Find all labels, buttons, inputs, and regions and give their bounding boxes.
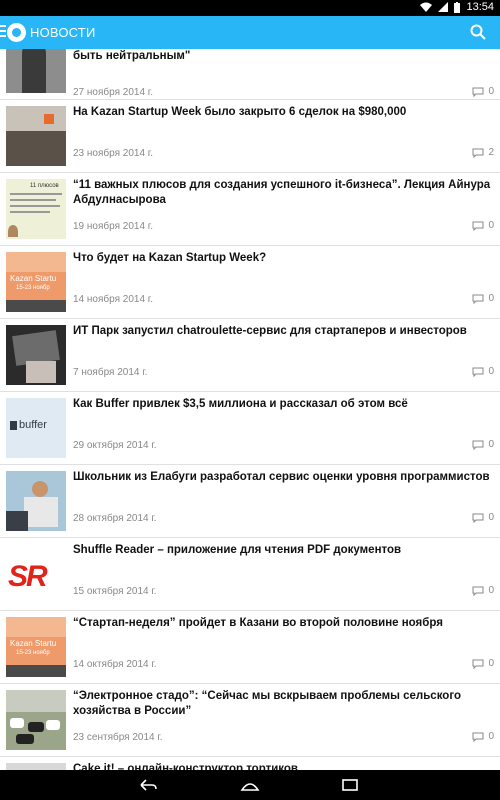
- comment-icon: [472, 367, 484, 377]
- thumbnail-caption: Kazan Startu: [10, 274, 57, 283]
- news-date: 7 ноября 2014 г.: [73, 367, 148, 378]
- signal-icon: [438, 2, 449, 12]
- comment-count: 2: [472, 147, 494, 158]
- news-thumbnail: [6, 49, 66, 93]
- comment-count-value: 0: [488, 220, 494, 231]
- news-thumbnail: [6, 690, 66, 750]
- news-item[interactable]: Cake it! – онлайн-конструктор тортиков: [0, 757, 500, 770]
- comment-icon: [472, 513, 484, 523]
- comment-count: 0: [472, 293, 494, 304]
- comment-count-value: 0: [488, 293, 494, 304]
- thumbnail-caption: buffer: [19, 419, 47, 431]
- news-item[interactable]: “Электронное стадо”: “Сейчас мы вскрывае…: [0, 684, 500, 757]
- comment-count-value: 0: [488, 366, 494, 377]
- news-date: 29 октября 2014 г.: [73, 440, 157, 451]
- back-icon[interactable]: [138, 777, 158, 793]
- news-item[interactable]: SR Shuffle Reader – приложение для чтени…: [0, 538, 500, 611]
- comment-icon: [472, 221, 484, 231]
- wifi-icon: [420, 2, 433, 12]
- comment-icon: [472, 87, 484, 97]
- news-date: 23 ноября 2014 г.: [73, 148, 153, 159]
- news-date: 15 октября 2014 г.: [73, 586, 157, 597]
- comment-icon: [472, 659, 484, 669]
- status-bar: 13:54: [0, 0, 500, 16]
- news-thumbnail: Kazan Startu 15-23 ноябр: [6, 252, 66, 312]
- news-thumbnail: Kazan Startu 15-23 ноябр: [6, 617, 66, 677]
- news-title: Школьник из Елабуги разработал сервис оц…: [73, 471, 490, 483]
- comment-count-value: 0: [488, 585, 494, 596]
- news-date: 14 ноября 2014 г.: [73, 294, 153, 305]
- news-date: 14 октября 2014 г.: [73, 659, 157, 670]
- news-title: Как Buffer привлек $3,5 миллиона и расск…: [73, 398, 408, 410]
- comment-count: 0: [472, 658, 494, 669]
- comment-count-value: 0: [488, 512, 494, 523]
- news-title: быть нейтральным": [73, 50, 191, 62]
- news-title: Что будет на Kazan Startup Week?: [73, 252, 267, 264]
- news-thumbnail: buffer: [6, 398, 66, 458]
- buffer-logo-icon: [10, 421, 17, 430]
- app-logo-icon[interactable]: [7, 23, 26, 42]
- thumbnail-subcaption: 15-23 ноябр: [16, 650, 50, 656]
- news-title: На Kazan Startup Week было закрыто 6 сде…: [73, 106, 407, 118]
- thumbnail-subcaption: 15-23 ноябр: [16, 285, 50, 291]
- menu-icon[interactable]: [0, 25, 6, 39]
- comment-icon: [472, 586, 484, 596]
- comment-count: 0: [472, 731, 494, 742]
- news-date: 27 ноября 2014 г.: [73, 87, 153, 98]
- news-thumbnail: [6, 325, 66, 385]
- comment-count: 0: [472, 366, 494, 377]
- comment-icon: [472, 294, 484, 304]
- comment-icon: [472, 440, 484, 450]
- news-title: “Стартап-неделя” пройдет в Казани во вто…: [73, 617, 443, 629]
- news-item[interactable]: ИТ Парк запустил chatroulette-сервис для…: [0, 319, 500, 392]
- news-item[interactable]: 11 плюсов “11 важных плюсов для создания…: [0, 173, 500, 246]
- news-thumbnail: 11 плюсов: [6, 179, 66, 239]
- comment-icon: [472, 732, 484, 742]
- news-thumbnail: [6, 763, 66, 770]
- news-thumbnail: [6, 106, 66, 166]
- news-title: ИТ Парк запустил chatroulette-сервис для…: [73, 325, 467, 337]
- thumbnail-caption: SR: [8, 560, 48, 593]
- status-time: 13:54: [466, 1, 494, 13]
- comment-count-value: 0: [488, 731, 494, 742]
- battery-icon: [454, 1, 461, 13]
- news-date: 23 сентября 2014 г.: [73, 732, 163, 743]
- comment-icon: [472, 148, 484, 158]
- thumbnail-caption: Kazan Startu: [10, 639, 57, 648]
- news-title: “11 важных плюсов для создания успешного…: [73, 179, 491, 206]
- comment-count-value: 0: [488, 658, 494, 669]
- comment-count-value: 2: [488, 147, 494, 158]
- news-thumbnail: SR: [6, 544, 66, 604]
- system-nav-bar: [0, 770, 500, 800]
- comment-count: 0: [472, 86, 494, 97]
- thumbnail-caption: 11 плюсов: [30, 183, 59, 189]
- comment-count-value: 0: [488, 439, 494, 450]
- comment-count: 0: [472, 220, 494, 231]
- search-icon[interactable]: [470, 24, 486, 40]
- news-title: Shuffle Reader – приложение для чтения P…: [73, 544, 402, 556]
- app-bar: НОВОСТИ: [0, 16, 500, 49]
- home-icon[interactable]: [240, 777, 260, 793]
- news-thumbnail: [6, 471, 66, 531]
- news-list[interactable]: быть нейтральным" 27 ноября 2014 г. 0 На…: [0, 49, 500, 770]
- news-item[interactable]: На Kazan Startup Week было закрыто 6 сде…: [0, 100, 500, 173]
- comment-count: 0: [472, 439, 494, 450]
- news-date: 19 ноября 2014 г.: [73, 221, 153, 232]
- comment-count: 0: [472, 585, 494, 596]
- page-title: НОВОСТИ: [30, 25, 96, 40]
- news-date: 28 октября 2014 г.: [73, 513, 157, 524]
- news-title: “Электронное стадо”: “Сейчас мы вскрывае…: [73, 690, 461, 717]
- news-item[interactable]: buffer Как Buffer привлек $3,5 миллиона …: [0, 392, 500, 465]
- news-item[interactable]: Kazan Startu 15-23 ноябр Что будет на Ka…: [0, 246, 500, 319]
- comment-count: 0: [472, 512, 494, 523]
- news-item[interactable]: Школьник из Елабуги разработал сервис оц…: [0, 465, 500, 538]
- recent-apps-icon[interactable]: [340, 777, 360, 793]
- news-item[interactable]: быть нейтральным" 27 ноября 2014 г. 0: [0, 49, 500, 100]
- comment-count-value: 0: [488, 86, 494, 97]
- news-item[interactable]: Kazan Startu 15-23 ноябр “Стартап-неделя…: [0, 611, 500, 684]
- news-title: Cake it! – онлайн-конструктор тортиков: [73, 763, 298, 770]
